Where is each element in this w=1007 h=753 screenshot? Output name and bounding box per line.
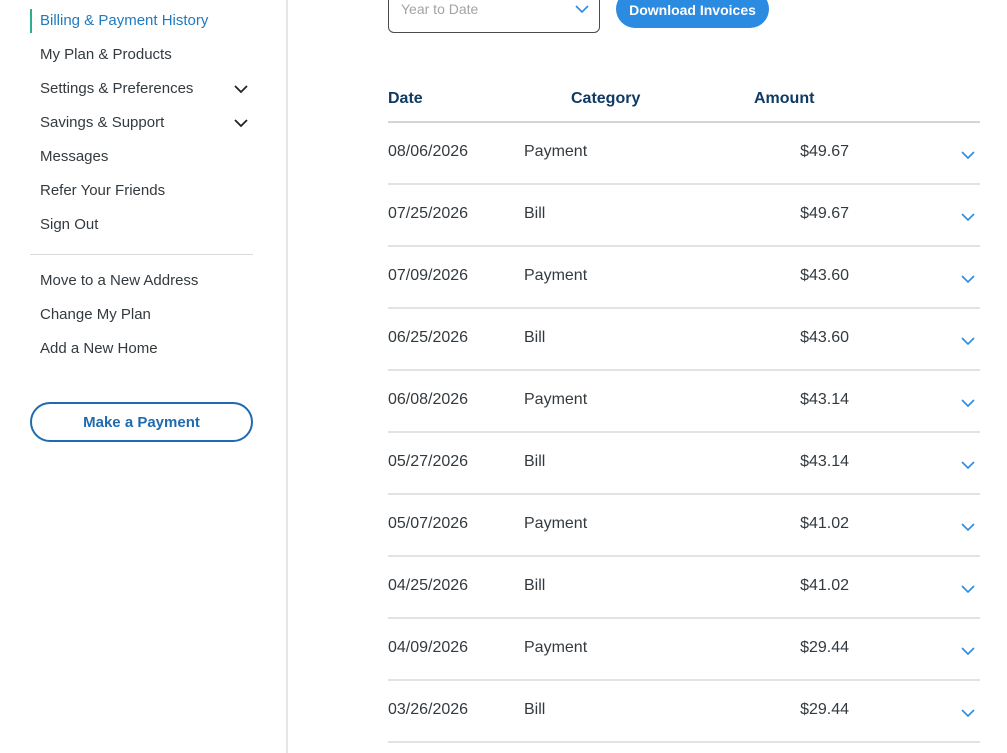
- chevron-down-icon[interactable]: [232, 116, 250, 130]
- row-date: 08/06/2026: [388, 143, 469, 160]
- row-amount: $29.44: [800, 639, 849, 656]
- row-category: Bill: [524, 329, 546, 346]
- chevron-down-icon: [575, 5, 589, 14]
- row-category: Payment: [524, 267, 588, 284]
- chevron-down-icon[interactable]: [960, 521, 976, 533]
- row-date: 04/09/2026: [388, 639, 469, 656]
- row-amount: $49.67: [800, 205, 849, 222]
- row-date: 06/25/2026: [388, 329, 469, 346]
- period-select-value: Year to Date: [401, 1, 479, 17]
- row-category: Payment: [524, 515, 588, 532]
- table-row[interactable]: 05/07/2026 Payment $41.02: [388, 495, 980, 557]
- row-date: 03/26/2026: [388, 701, 469, 718]
- sidebar-item-messages[interactable]: Messages: [40, 140, 108, 174]
- row-category: Payment: [524, 639, 588, 656]
- row-category: Bill: [524, 453, 546, 470]
- sidebar-item-move-address[interactable]: Move to a New Address: [40, 264, 198, 298]
- sidebar-item-billing-payment-history[interactable]: Billing & Payment History: [40, 4, 208, 38]
- table-row[interactable]: 08/06/2026 Payment $49.67: [388, 123, 980, 185]
- table-row[interactable]: 06/08/2026 Payment $43.14: [388, 371, 980, 433]
- table-row[interactable]: 04/09/2026 Payment $29.44: [388, 619, 980, 681]
- row-divider: [388, 741, 980, 743]
- row-date: 07/25/2026: [388, 205, 469, 222]
- sidebar-item-sign-out[interactable]: Sign Out: [40, 208, 98, 242]
- chevron-down-icon[interactable]: [960, 459, 976, 471]
- row-date: 07/09/2026: [388, 267, 469, 284]
- table-row[interactable]: 05/27/2026 Bill $43.14: [388, 433, 980, 495]
- table-row[interactable]: 07/25/2026 Bill $49.67: [388, 185, 980, 247]
- row-date: 04/25/2026: [388, 577, 469, 594]
- vertical-divider: [286, 0, 288, 753]
- column-header-amount: Amount: [754, 90, 815, 107]
- row-amount: $43.60: [800, 329, 849, 346]
- row-amount: $41.02: [800, 577, 849, 594]
- sidebar-divider: [30, 254, 253, 255]
- row-amount: $49.67: [800, 143, 849, 160]
- row-category: Bill: [524, 701, 546, 718]
- row-date: 05/27/2026: [388, 453, 469, 470]
- sidebar-item-my-plan-products[interactable]: My Plan & Products: [40, 38, 172, 72]
- chevron-down-icon[interactable]: [960, 397, 976, 409]
- row-category: Bill: [524, 577, 546, 594]
- period-select[interactable]: Year to Date: [388, 0, 600, 33]
- chevron-down-icon[interactable]: [960, 645, 976, 657]
- sidebar-item-settings-preferences[interactable]: Settings & Preferences: [40, 72, 193, 106]
- sidebar-item-change-plan[interactable]: Change My Plan: [40, 298, 151, 332]
- row-date: 05/07/2026: [388, 515, 469, 532]
- sidebar-item-refer-friends[interactable]: Refer Your Friends: [40, 174, 165, 208]
- column-header-date: Date: [388, 90, 423, 107]
- chevron-down-icon[interactable]: [960, 211, 976, 223]
- chevron-down-icon[interactable]: [232, 82, 250, 96]
- row-amount: $43.60: [800, 267, 849, 284]
- table-row[interactable]: 07/09/2026 Payment $43.60: [388, 247, 980, 309]
- row-amount: $29.44: [800, 701, 849, 718]
- download-invoices-button[interactable]: Download Invoices: [616, 0, 769, 28]
- row-category: Bill: [524, 205, 546, 222]
- table-row[interactable]: 06/25/2026 Bill $43.60: [388, 309, 980, 371]
- chevron-down-icon[interactable]: [960, 273, 976, 285]
- column-header-category: Category: [571, 90, 641, 107]
- row-category: Payment: [524, 143, 588, 160]
- sidebar-nav: Billing & Payment History My Plan & Prod…: [0, 0, 287, 753]
- row-amount: $43.14: [800, 453, 849, 470]
- active-indicator: [30, 9, 32, 33]
- sidebar-item-savings-support[interactable]: Savings & Support: [40, 106, 164, 140]
- chevron-down-icon[interactable]: [960, 707, 976, 719]
- chevron-down-icon[interactable]: [960, 583, 976, 595]
- table-row[interactable]: 03/26/2026 Bill $29.44: [388, 681, 980, 743]
- row-amount: $43.14: [800, 391, 849, 408]
- row-category: Payment: [524, 391, 588, 408]
- table-row[interactable]: 04/25/2026 Bill $41.02: [388, 557, 980, 619]
- chevron-down-icon[interactable]: [960, 149, 976, 161]
- sidebar-item-add-home[interactable]: Add a New Home: [40, 332, 158, 366]
- row-date: 06/08/2026: [388, 391, 469, 408]
- chevron-down-icon[interactable]: [960, 335, 976, 347]
- make-payment-button[interactable]: Make a Payment: [30, 402, 253, 442]
- row-amount: $41.02: [800, 515, 849, 532]
